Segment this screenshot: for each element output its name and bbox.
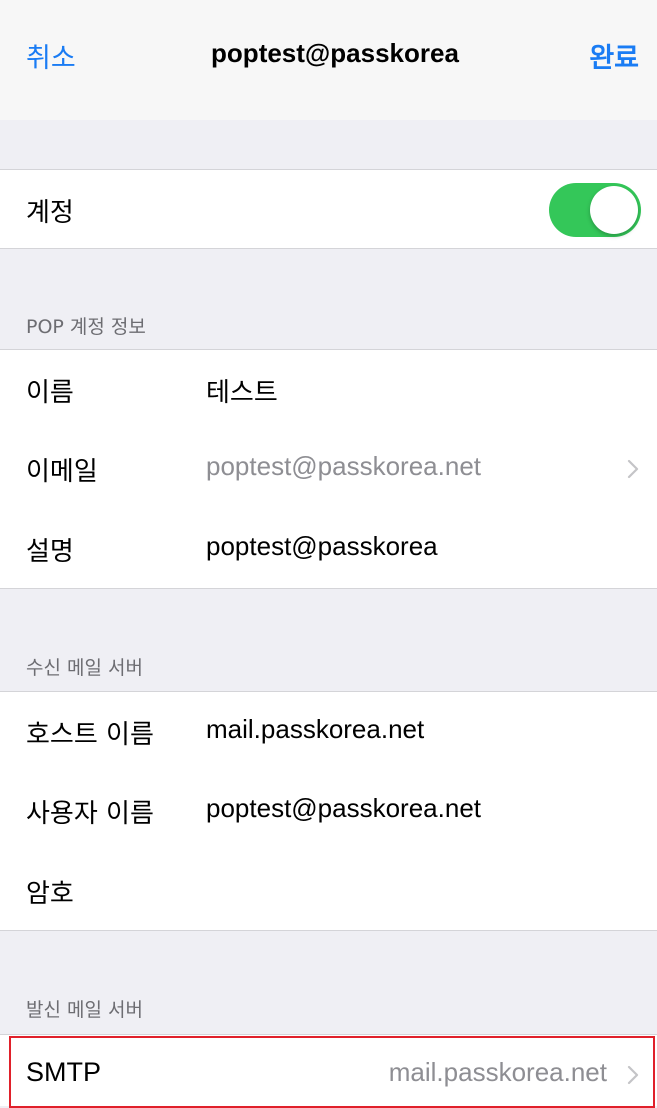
outgoing-section-header: 발신 메일 서버: [26, 999, 143, 1021]
chevron-right-icon: [627, 459, 639, 479]
toggle-knob: [590, 186, 638, 234]
name-field[interactable]: 테스트: [206, 372, 278, 409]
smtp-label: SMTP: [26, 1057, 102, 1087]
page-title: poptest@passkorea: [211, 38, 459, 68]
email-label: 이메일: [26, 457, 98, 487]
account-label: 계정: [26, 198, 74, 228]
email-row[interactable]: 이메일 poptest@passkorea.net: [0, 429, 657, 510]
chevron-right-icon: [627, 1065, 639, 1085]
host-name-label: 호스트 이름: [26, 720, 154, 750]
incoming-section-header: 수신 메일 서버: [26, 657, 143, 679]
description-field[interactable]: poptest@passkorea: [206, 531, 438, 562]
description-label: 설명: [26, 537, 74, 567]
host-name-field[interactable]: mail.passkorea.net: [206, 714, 424, 745]
smtp-value: mail.passkorea.net: [388, 1057, 607, 1087]
password-row[interactable]: 암호: [0, 851, 657, 931]
name-label: 이름: [26, 378, 74, 408]
username-row[interactable]: 사용자 이름 poptest@passkorea.net: [0, 771, 657, 852]
username-field[interactable]: poptest@passkorea.net: [206, 793, 481, 824]
host-name-row[interactable]: 호스트 이름 mail.passkorea.net: [0, 691, 657, 772]
password-label: 암호: [26, 879, 74, 909]
account-toggle-row: 계정: [0, 169, 657, 249]
name-row[interactable]: 이름 테스트: [0, 349, 657, 430]
done-button[interactable]: 완료: [589, 36, 639, 75]
account-toggle-switch[interactable]: [549, 183, 641, 237]
email-value: poptest@passkorea.net: [206, 451, 482, 481]
description-row[interactable]: 설명 poptest@passkorea: [0, 509, 657, 589]
navigation-bar: 취소 poptest@passkorea 완료: [0, 0, 657, 120]
smtp-row[interactable]: SMTP mail.passkorea.net: [0, 1034, 657, 1106]
pop-section-header: POP 계정 정보: [26, 316, 146, 338]
username-label: 사용자 이름: [26, 799, 154, 829]
